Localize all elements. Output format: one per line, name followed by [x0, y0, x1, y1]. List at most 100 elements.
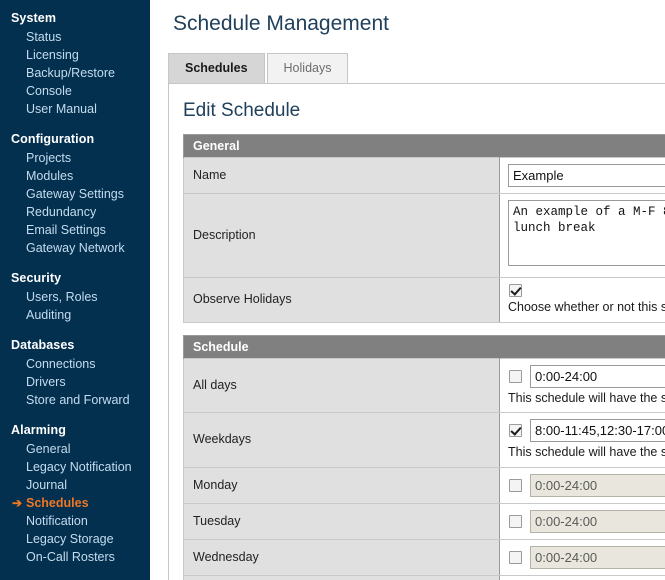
sidebar-item-status[interactable]: Status [0, 28, 150, 46]
name-row: Name [183, 157, 665, 195]
sidebar-item-auditing[interactable]: Auditing [0, 306, 150, 324]
sidebar-item-general[interactable]: General [0, 440, 150, 458]
schedule-row-field-cell [499, 575, 665, 580]
sidebar-item-legacy-storage[interactable]: Legacy Storage [0, 530, 150, 548]
schedule-checkbox-tuesday[interactable] [509, 515, 522, 529]
sidebar-item-schedules[interactable]: ➔ Schedules [0, 494, 150, 512]
schedule-time-line [508, 364, 665, 388]
tab-holidays[interactable]: Holidays [266, 53, 349, 84]
sidebar-item-connections[interactable]: Connections [0, 355, 150, 373]
schedule-row-field-cell: This schedule will have the same hours M… [499, 412, 665, 469]
schedule-row-label-weekdays: Weekdays [183, 412, 500, 469]
observe-holidays-checkbox-line [508, 284, 665, 298]
sidebar-header-databases: Databases [11, 338, 75, 352]
sidebar-item-user-manual[interactable]: User Manual [0, 100, 150, 118]
schedule-time-input-tuesday[interactable] [530, 510, 665, 534]
sidebar-item-drivers[interactable]: Drivers [0, 373, 150, 391]
schedule-row-label-wednesday: Wednesday [183, 539, 500, 577]
content-panel: Edit Schedule General Name Description [168, 83, 665, 580]
sidebar-item-label: Gateway Network [26, 241, 125, 255]
sidebar-item-licensing[interactable]: Licensing [0, 46, 150, 64]
schedule-row-field-cell [499, 467, 665, 505]
general-table: General Name Description An example of a… [183, 134, 665, 323]
schedule-row-label-tuesday: Tuesday [183, 503, 500, 541]
sidebar-item-label: Legacy Notification [26, 460, 132, 474]
schedule-time-input-weekdays[interactable] [530, 419, 665, 443]
sidebar-item-label: Users, Roles [26, 290, 98, 304]
schedule-checkbox-all-days[interactable] [509, 369, 522, 383]
observe-holidays-cell: Choose whether or not this schedule obse… [499, 277, 665, 323]
schedule-table: Schedule All days This schedule will have… [183, 334, 665, 580]
schedule-rows: All days This schedule will have the same… [183, 357, 665, 580]
observe-holidays-row: Observe Holidays Choose whether or not t… [183, 277, 665, 323]
schedule-checkbox-wednesday[interactable] [509, 551, 522, 565]
name-input[interactable] [508, 164, 665, 188]
description-textarea[interactable]: An example of a M-F 8am-5pm schedule wit… [508, 200, 665, 267]
sidebar-item-label: Schedules [26, 496, 89, 510]
schedule-row: Wednesday [183, 539, 665, 577]
sidebar-item-label: Drivers [26, 375, 66, 389]
schedule-time-line [508, 419, 665, 443]
schedule-time-line [508, 546, 665, 570]
schedule-row-field-cell: This schedule will have the same hours 7… [499, 357, 665, 414]
tab-schedules[interactable]: Schedules [168, 53, 265, 84]
sidebar-item-journal[interactable]: Journal [0, 476, 150, 494]
schedule-row-help: This schedule will have the same hours M… [508, 445, 665, 460]
schedule-row-label-thursday: Thursday [183, 575, 500, 580]
sidebar-item-legacy-notification[interactable]: Legacy Notification [0, 458, 150, 476]
sidebar-item-projects[interactable]: Projects [0, 149, 150, 167]
sidebar-section-security: Security Users, Roles Auditing [0, 268, 150, 324]
sidebar-item-label: Projects [26, 151, 72, 165]
sidebar-item-label: Licensing [26, 48, 79, 62]
sidebar-item-gateway-settings[interactable]: Gateway Settings [0, 185, 150, 203]
main-content: Schedule Management Schedules Holidays Ed… [150, 0, 665, 580]
schedule-row-label-all-days: All days [183, 357, 500, 414]
sidebar-item-email-settings[interactable]: Email Settings [0, 221, 150, 239]
sidebar-item-store-and-forward[interactable]: Store and Forward [0, 391, 150, 409]
sidebar-item-backup-restore[interactable]: Backup/Restore [0, 64, 150, 82]
schedule-time-input-all-days[interactable] [530, 364, 665, 388]
observe-holidays-help: Choose whether or not this schedule obse… [508, 300, 665, 315]
sidebar-header-security: Security [11, 271, 62, 285]
schedule-section-header: Schedule [183, 334, 665, 359]
general-section: General Name Description An example of a… [169, 134, 665, 580]
sidebar-navigation: System Status Licensing Backup/Restore Conso… [0, 0, 150, 580]
sidebar-item-redundancy[interactable]: Redundancy [0, 203, 150, 221]
sidebar-item-label: Redundancy [26, 205, 97, 219]
schedule-row: All days This schedule will have the same… [183, 357, 665, 414]
schedule-checkbox-monday[interactable] [509, 479, 522, 493]
observe-holidays-label: Observe Holidays [183, 277, 500, 323]
sidebar-item-gateway-network[interactable]: Gateway Network [0, 239, 150, 257]
sidebar-item-label: Email Settings [26, 223, 106, 237]
sidebar-item-console[interactable]: Console [0, 82, 150, 100]
sidebar-item-label: Gateway Settings [26, 187, 124, 201]
name-label: Name [183, 157, 500, 195]
sidebar-item-label: Journal [26, 478, 67, 492]
general-section-header: General [183, 134, 665, 158]
sidebar-section-configuration: Configuration Projects Modules Gateway Sett… [0, 129, 150, 257]
sidebar-item-modules[interactable]: Modules [0, 167, 150, 185]
schedule-row-label-monday: Monday [183, 467, 500, 505]
schedule-row-field-cell [499, 503, 665, 541]
sidebar-section-system: System Status Licensing Backup/Restore Conso… [0, 8, 150, 118]
schedule-checkbox-weekdays[interactable] [509, 424, 522, 438]
sidebar-item-users-roles[interactable]: Users, Roles [0, 288, 150, 306]
sidebar-item-on-call-rosters[interactable]: On-Call Rosters [0, 548, 150, 566]
sidebar-header-system: System [11, 11, 57, 25]
schedule-section-header-row: Schedule [183, 334, 665, 359]
schedule-row: Thursday [183, 575, 665, 580]
sidebar-item-label: General [26, 442, 71, 456]
sidebar-item-label: Store and Forward [26, 393, 130, 407]
page-title: Schedule Management [173, 12, 389, 35]
app-window: System Status Licensing Backup/Restore Conso… [0, 0, 665, 580]
schedule-row: Weekdays This schedule will have the same… [183, 412, 665, 469]
schedule-time-input-wednesday[interactable] [530, 546, 665, 570]
sidebar-item-label: On-Call Rosters [26, 550, 115, 564]
schedule-row: Tuesday [183, 503, 665, 541]
schedule-time-input-monday[interactable] [530, 474, 665, 498]
observe-holidays-checkbox[interactable] [509, 284, 522, 298]
schedule-time-line [508, 474, 665, 498]
sidebar-item-notification[interactable]: Notification [0, 512, 150, 530]
